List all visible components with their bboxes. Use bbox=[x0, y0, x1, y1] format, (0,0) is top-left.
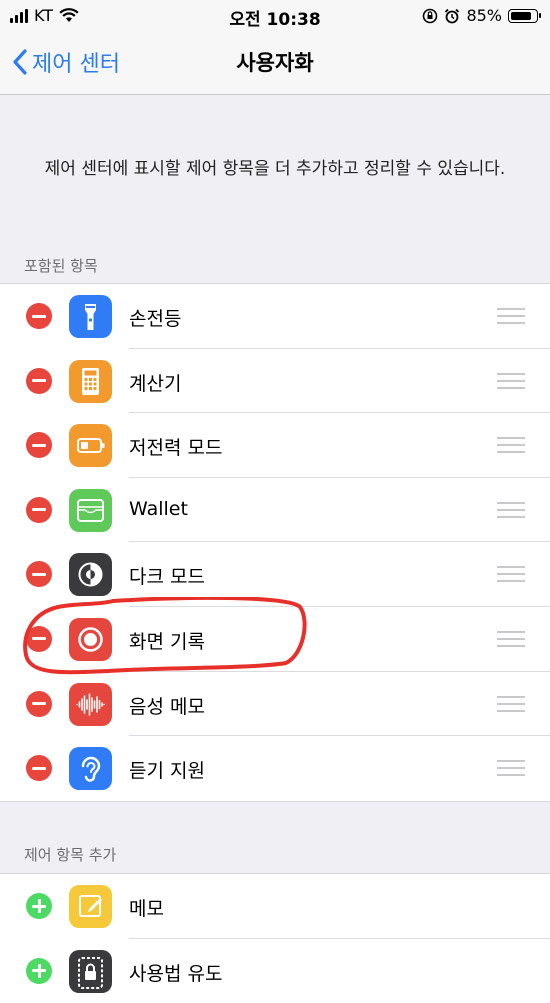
reorder-handle-icon[interactable] bbox=[497, 695, 525, 712]
more-controls-list: 메모 사용법 유도 bbox=[0, 873, 550, 1003]
page-title: 사용자화 bbox=[236, 51, 314, 75]
navigation-bar: 제어 센터 사용자화 bbox=[0, 32, 550, 95]
remove-button[interactable] bbox=[26, 367, 52, 394]
list-item-hearing: 듣기 지원 bbox=[0, 736, 550, 801]
included-list: 손전등 계산기 저전력 모드 Wallet 다크 모드 화면 기록 음성 메모 … bbox=[0, 283, 550, 802]
voice-memo-icon bbox=[69, 682, 112, 726]
list-item-label: 메모 bbox=[129, 898, 164, 920]
orientation-lock-icon bbox=[423, 8, 438, 23]
list-item-wallet: Wallet bbox=[0, 478, 550, 543]
list-item-screen-recording: 화면 기록 bbox=[0, 607, 550, 672]
list-item-voice-memos: 음성 메모 bbox=[0, 672, 550, 737]
page-description: 제어 센터에 표시할 제어 항목을 더 추가하고 정리할 수 있습니다. bbox=[44, 159, 506, 179]
list-item-label: 손전등 bbox=[129, 308, 182, 330]
remove-button[interactable] bbox=[26, 755, 52, 782]
list-item-label: Wallet bbox=[129, 497, 188, 520]
list-item-label: 저전력 모드 bbox=[129, 437, 223, 460]
battery-percent: 85% bbox=[466, 6, 502, 25]
list-item-label: 계산기 bbox=[129, 372, 182, 395]
list-item-low-power-mode: 저전력 모드 bbox=[0, 413, 550, 478]
wallet-icon bbox=[69, 488, 112, 532]
reorder-handle-icon[interactable] bbox=[497, 372, 525, 389]
screen-record-icon bbox=[69, 617, 112, 661]
reorder-handle-icon[interactable] bbox=[497, 501, 525, 518]
add-button[interactable] bbox=[26, 893, 52, 919]
reorder-handle-icon[interactable] bbox=[497, 566, 525, 583]
calculator-icon bbox=[69, 359, 112, 403]
remove-button[interactable] bbox=[26, 625, 52, 652]
guided-access-icon bbox=[69, 949, 112, 993]
ear-icon bbox=[69, 747, 112, 791]
list-item-calculator: 계산기 bbox=[0, 349, 550, 414]
reorder-handle-icon[interactable] bbox=[497, 437, 525, 454]
dark-mode-icon bbox=[69, 553, 112, 597]
remove-button[interactable] bbox=[26, 432, 52, 459]
remove-button[interactable] bbox=[26, 496, 52, 523]
flashlight-icon bbox=[69, 295, 112, 338]
list-item-guided-access: 사용법 유도 bbox=[0, 939, 550, 1003]
reorder-handle-icon[interactable] bbox=[497, 630, 525, 647]
reorder-handle-icon[interactable] bbox=[497, 308, 525, 324]
remove-button[interactable] bbox=[26, 690, 52, 717]
list-item-notes: 메모 bbox=[0, 874, 550, 939]
list-item-label: 음성 메모 bbox=[129, 695, 205, 718]
list-item-label: 다크 모드 bbox=[129, 566, 205, 589]
list-item-label: 듣기 지원 bbox=[129, 760, 205, 783]
list-item-flashlight: 손전등 bbox=[0, 284, 550, 349]
status-bar: KT 오전 10:38 85% bbox=[0, 0, 550, 32]
section-header-more: 제어 항목 추가 bbox=[24, 846, 117, 864]
battery-icon bbox=[69, 424, 112, 468]
add-button[interactable] bbox=[26, 957, 52, 984]
remove-button[interactable] bbox=[26, 303, 52, 329]
list-item-label: 사용법 유도 bbox=[129, 962, 223, 985]
list-item-label: 화면 기록 bbox=[129, 630, 205, 653]
list-item-dark-mode: 다크 모드 bbox=[0, 542, 550, 607]
notes-icon bbox=[69, 885, 112, 928]
section-header-included: 포함된 항목 bbox=[24, 257, 98, 275]
remove-button[interactable] bbox=[26, 561, 52, 588]
battery-icon bbox=[508, 8, 541, 23]
reorder-handle-icon[interactable] bbox=[497, 760, 525, 777]
alarm-icon bbox=[445, 8, 460, 23]
